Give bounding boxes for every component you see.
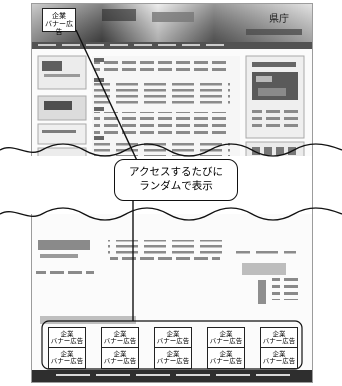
ad-banner-6-line2: バナー広告 [50, 357, 84, 365]
top-corner-ad-line1: 企業 [52, 12, 66, 20]
ad-banner-1: 企業 バナー広告 [48, 327, 86, 349]
ad-banner-10-line2: バナー広告 [262, 357, 296, 365]
ad-banner-2: 企業 バナー広告 [101, 327, 139, 349]
ad-banner-3: 企業 バナー広告 [154, 327, 192, 349]
ad-banner-3-line2: バナー広告 [156, 337, 190, 345]
ad-banner-4-line2: バナー広告 [209, 337, 243, 345]
top-corner-ad-box: 企業 バナー広告 [42, 8, 76, 36]
ad-banner-10: 企業 バナー広告 [260, 347, 298, 369]
ad-banner-9-line2: バナー広告 [209, 357, 243, 365]
random-display-callout: アクセスするたびに ランダムで表示 [114, 159, 238, 201]
ad-banner-8-line2: バナー広告 [156, 357, 190, 365]
top-corner-ad-line2: バナー広告 [45, 20, 73, 36]
ad-banner-2-line2: バナー広告 [103, 337, 137, 345]
connector-top-to-callout [75, 29, 141, 168]
callout-line-2: ランダムで表示 [139, 180, 213, 192]
callout-line-1: アクセスするたびに [129, 166, 223, 178]
ad-banner-5: 企業 バナー広告 [260, 327, 298, 349]
diagram-canvas: 県庁 企業 バナー広告 アクセスするたびに ランダムで表示 企業 バナー広告 企… [0, 0, 342, 385]
ad-banner-8: 企業 バナー広告 [154, 347, 192, 369]
ad-banner-7: 企業 バナー広告 [101, 347, 139, 369]
ad-banner-7-line2: バナー広告 [103, 357, 137, 365]
ad-banner-5-line2: バナー広告 [262, 337, 296, 345]
ad-banner-6: 企業 バナー広告 [48, 347, 86, 369]
ad-banner-1-line2: バナー広告 [50, 337, 84, 345]
ad-banner-4: 企業 バナー広告 [207, 327, 245, 349]
ad-banner-9: 企業 バナー広告 [207, 347, 245, 369]
